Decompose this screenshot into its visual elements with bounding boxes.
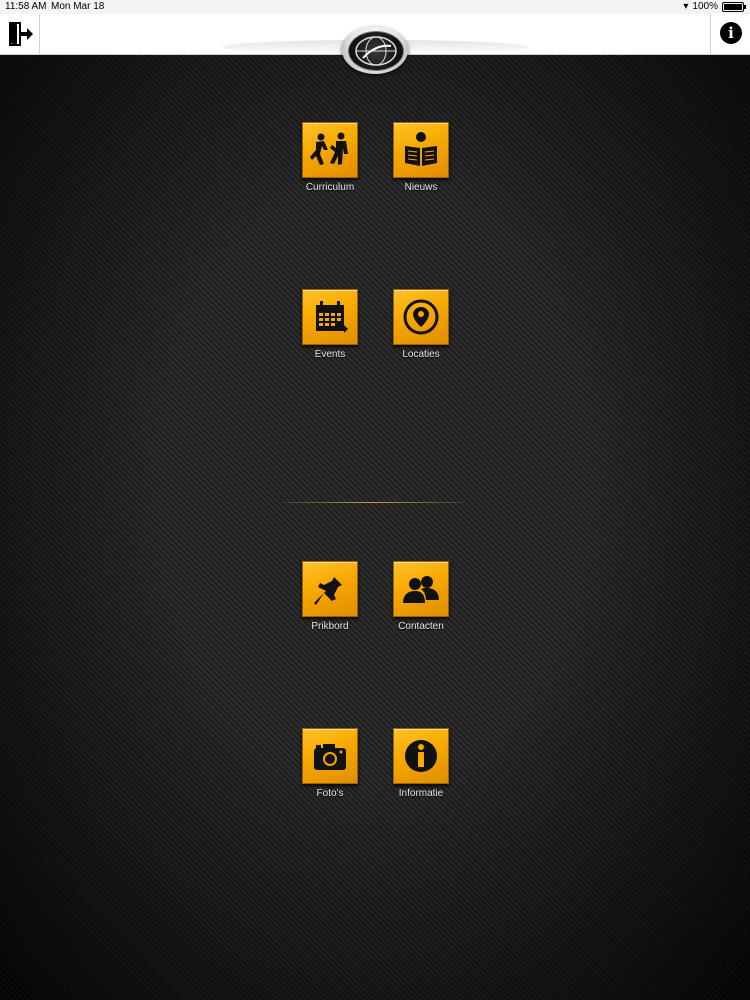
club-logo <box>342 26 408 74</box>
main-menu: Curriculum Nieuws Events Locaties Prikbo… <box>0 55 750 1000</box>
status-time: 11:58 AM <box>5 1 47 12</box>
status-right: ▾ 100% <box>683 1 746 12</box>
info-icon <box>405 740 437 772</box>
battery-percent: 100% <box>692 1 718 12</box>
wifi-icon: ▾ <box>683 1 689 12</box>
contacts-icon <box>403 576 439 603</box>
tile-label: Contacten <box>398 621 444 632</box>
section-divider <box>283 502 466 503</box>
logout-icon <box>9 22 33 46</box>
menu-tile-locaties[interactable]: Locaties <box>376 289 466 360</box>
sparring-figures-icon <box>310 132 348 165</box>
tile-box <box>302 289 358 345</box>
club-emblem-icon <box>348 31 404 71</box>
status-date: Mon Mar 18 <box>51 1 105 12</box>
menu-tile-informatie[interactable]: Informatie <box>376 728 466 799</box>
camera-icon <box>314 744 346 770</box>
tile-label: Prikbord <box>311 621 349 632</box>
tile-label: Informatie <box>398 788 444 799</box>
tile-label: Events <box>314 349 346 360</box>
tile-box <box>302 122 358 178</box>
tile-box <box>393 561 449 617</box>
menu-tile-prikbord[interactable]: Prikbord <box>285 561 375 632</box>
info-button[interactable]: i <box>710 14 750 54</box>
status-bar: 11:58 AM Mon Mar 18 ▾ 100% <box>0 0 750 14</box>
tile-label: Nieuws <box>404 182 438 193</box>
info-icon: i <box>720 22 742 44</box>
newspaper-reader-icon <box>405 132 437 166</box>
battery-icon <box>722 1 746 12</box>
logout-button[interactable] <box>0 14 40 54</box>
menu-tile-fotos[interactable]: Foto's <box>285 728 375 799</box>
location-pin-icon <box>403 299 439 335</box>
tile-label: Locaties <box>402 349 440 360</box>
tile-label: Foto's <box>316 788 344 799</box>
menu-tile-nieuws[interactable]: Nieuws <box>376 122 466 193</box>
menu-tile-curriculum[interactable]: Curriculum <box>285 122 375 193</box>
menu-tile-contacten[interactable]: Contacten <box>376 561 466 632</box>
tile-box <box>393 289 449 345</box>
tile-label: Curriculum <box>305 182 355 193</box>
calendar-icon <box>316 301 348 333</box>
tile-box <box>393 728 449 784</box>
tile-box <box>393 122 449 178</box>
pushpin-icon <box>314 573 342 605</box>
tile-box <box>302 561 358 617</box>
tile-box <box>302 728 358 784</box>
menu-tile-events[interactable]: Events <box>285 289 375 360</box>
